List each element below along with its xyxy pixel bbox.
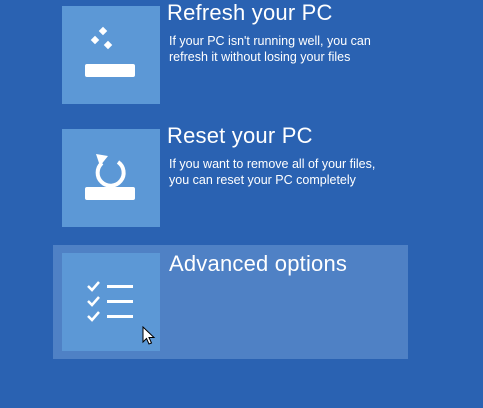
reset-pc-option[interactable]: Reset your PC If you want to remove all … — [62, 123, 397, 227]
reset-pc-title: Reset your PC — [167, 123, 313, 148]
refresh-pc-title: Refresh your PC — [167, 0, 333, 25]
refresh-pc-tile[interactable] — [62, 6, 160, 104]
mouse-pointer-icon — [142, 326, 156, 345]
reset-pc-tile[interactable] — [62, 129, 160, 227]
reset-pc-icon — [85, 154, 135, 200]
reset-pc-description: If you want to remove all of your files,… — [169, 157, 376, 187]
advanced-options-option[interactable]: Advanced options — [53, 245, 408, 359]
refresh-pc-description: If your PC isn't running well, you can r… — [169, 34, 371, 64]
advanced-options-title: Advanced options — [169, 251, 348, 276]
refresh-pc-option[interactable]: Refresh your PC If your PC isn't running… — [62, 0, 397, 104]
refresh-pc-icon — [85, 26, 135, 77]
